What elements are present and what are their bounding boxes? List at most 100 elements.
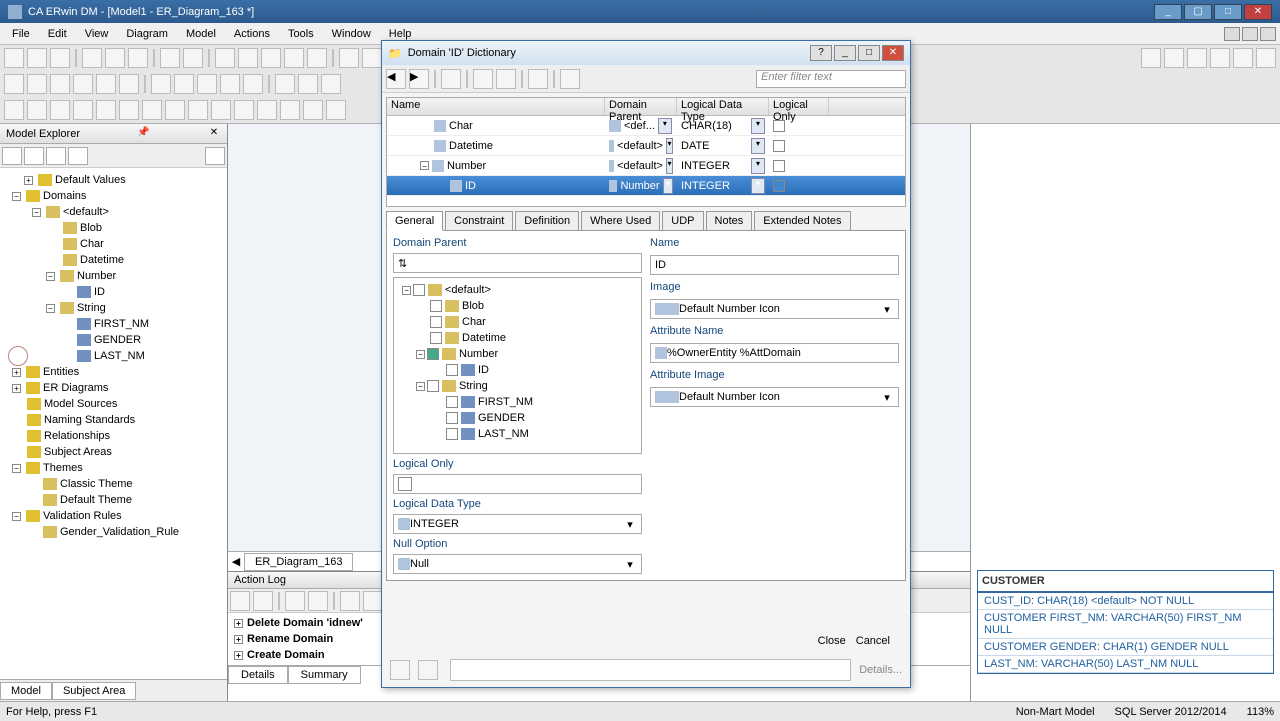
toolbar-button[interactable] [238, 48, 258, 68]
dropdown-icon[interactable]: ▾ [666, 138, 673, 154]
toolbar-button[interactable] [27, 74, 47, 94]
toolbar-button[interactable] [362, 48, 382, 68]
dialog-close-button[interactable]: ✕ [882, 45, 904, 61]
tree-node-number[interactable]: Number [77, 270, 116, 282]
menu-actions[interactable]: Actions [226, 26, 278, 42]
tree-node-gender[interactable]: GENDER [94, 334, 141, 346]
minimize-button[interactable]: _ [1154, 4, 1182, 20]
toolbar-button[interactable] [298, 74, 318, 94]
details-button[interactable]: Details... [859, 664, 902, 676]
dialog-titlebar[interactable]: 📁 Domain 'ID' Dictionary ? _ □ ✕ [382, 41, 910, 65]
dialog-maximize-button[interactable]: □ [858, 45, 880, 61]
checkbox[interactable] [773, 140, 785, 152]
tree-node-naming-standards[interactable]: Naming Standards [44, 414, 135, 426]
tab-where-used[interactable]: Where Used [581, 211, 660, 231]
toolbar-button[interactable] [339, 48, 359, 68]
tree-node-id[interactable]: ID [94, 286, 105, 298]
toolbar-button[interactable] [215, 48, 235, 68]
checkbox[interactable] [773, 180, 785, 192]
al-tab-summary[interactable]: Summary [288, 666, 361, 684]
mdi-close-button[interactable] [1260, 27, 1276, 41]
al-tool[interactable] [285, 591, 305, 611]
tree-node-first-nm[interactable]: FIRST_NM [94, 318, 149, 330]
tab-scroll-left[interactable]: ◀ [228, 555, 244, 568]
image-combo[interactable]: Default Number Icon▾ [650, 299, 899, 319]
toolbar-button[interactable] [183, 48, 203, 68]
shape-button[interactable] [280, 100, 300, 120]
toolbar-button[interactable] [284, 48, 304, 68]
domain-parent-sort[interactable]: ⇅ [393, 253, 642, 273]
col-name[interactable]: Name [387, 98, 605, 115]
tree-node-classic-theme[interactable]: Classic Theme [60, 478, 133, 490]
dlg-tool[interactable] [441, 69, 461, 89]
attr-name-input[interactable]: %OwnerEntity %AttDomain [650, 343, 899, 363]
menu-window[interactable]: Window [324, 26, 379, 42]
domain-parent-tree[interactable]: −<default> Blob Char Datetime −Number ID… [393, 277, 642, 454]
shape-button[interactable] [119, 100, 139, 120]
col-parent[interactable]: Domain Parent [605, 98, 677, 115]
tree-node-blob[interactable]: Blob [80, 222, 102, 234]
attr-image-combo[interactable]: Default Number Icon▾ [650, 387, 899, 407]
tree-node-default-theme[interactable]: Default Theme [60, 494, 132, 506]
col-logical-only[interactable]: Logical Only [769, 98, 829, 115]
toolbar-button[interactable] [128, 48, 148, 68]
toolbar-button[interactable] [4, 48, 24, 68]
shape-button[interactable] [326, 100, 346, 120]
dropdown-icon[interactable]: ▾ [751, 138, 765, 154]
panel-close-icon[interactable]: ✕ [207, 127, 221, 141]
dlg-nav-fwd[interactable]: ▶ [409, 69, 429, 89]
dlg-tool[interactable] [528, 69, 548, 89]
toolbar-button[interactable] [73, 74, 93, 94]
shape-button[interactable] [4, 100, 24, 120]
toolbar-button[interactable] [119, 74, 139, 94]
toolbar-button[interactable] [243, 74, 263, 94]
toolbar-button[interactable] [96, 74, 116, 94]
dlg-nav-back[interactable]: ◀ [386, 69, 406, 89]
shape-button[interactable] [257, 100, 277, 120]
toolbar-button[interactable] [1233, 48, 1253, 68]
checkbox[interactable] [773, 120, 785, 132]
action-log-item[interactable]: Delete Domain 'idnew' [247, 617, 363, 629]
diagram-tab[interactable]: ER_Diagram_163 [244, 553, 353, 571]
tree-node-themes[interactable]: Themes [43, 462, 83, 474]
grid-row[interactable]: −Number <default>▾ INTEGER▾ [387, 156, 905, 176]
cancel-button[interactable]: Cancel [856, 635, 890, 647]
menu-view[interactable]: View [77, 26, 117, 42]
toolbar-button[interactable] [160, 48, 180, 68]
toolbar-button[interactable] [321, 74, 341, 94]
al-tool[interactable] [363, 591, 383, 611]
dlg-bot-tool[interactable] [390, 660, 410, 680]
tab-constraint[interactable]: Constraint [445, 211, 513, 231]
tree-node-char[interactable]: Char [80, 238, 104, 250]
dropdown-icon[interactable]: ▾ [663, 178, 673, 194]
mdi-minimize-button[interactable] [1224, 27, 1240, 41]
explorer-tab-icon[interactable] [24, 147, 44, 165]
explorer-tab-icon[interactable] [2, 147, 22, 165]
explorer-tab-icon[interactable] [46, 147, 66, 165]
shape-button[interactable] [73, 100, 93, 120]
pin-icon[interactable]: 📌 [136, 127, 150, 141]
tree-node-datetime[interactable]: Datetime [80, 254, 124, 266]
explorer-tab-icon[interactable] [68, 147, 88, 165]
shape-button[interactable] [142, 100, 162, 120]
dlg-tool[interactable] [560, 69, 580, 89]
entity-preview-customer[interactable]: CUSTOMER CUST_ID: CHAR(18) <default> NOT… [977, 570, 1274, 674]
dropdown-icon[interactable]: ▾ [751, 158, 765, 174]
grid-row-selected[interactable]: ID Number▾ INTEGER▾ [387, 176, 905, 196]
shape-button[interactable] [303, 100, 323, 120]
al-tool[interactable] [340, 591, 360, 611]
toolbar-button[interactable] [197, 74, 217, 94]
toolbar-button[interactable] [50, 48, 70, 68]
tree-node-relationships[interactable]: Relationships [44, 430, 110, 442]
shape-button[interactable] [188, 100, 208, 120]
toolbar-button[interactable] [174, 74, 194, 94]
null-combo[interactable]: Null▾ [393, 554, 642, 574]
tab-model[interactable]: Model [0, 682, 52, 700]
logical-only-field[interactable] [393, 474, 642, 494]
filter-input[interactable]: Enter filter text [756, 70, 906, 88]
al-tool[interactable] [253, 591, 273, 611]
restore-button[interactable]: ▢ [1184, 4, 1212, 20]
dialog-help-button[interactable]: ? [810, 45, 832, 61]
tree-node-er-diagrams[interactable]: ER Diagrams [43, 382, 108, 394]
al-tool[interactable] [230, 591, 250, 611]
